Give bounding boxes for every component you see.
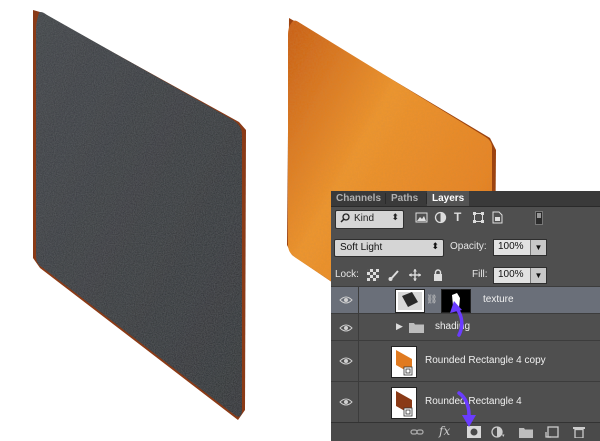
expand-triangle-icon[interactable]: ▶ (396, 321, 403, 332)
filter-pixel-layer-icon[interactable] (415, 211, 428, 224)
folder-icon (409, 321, 424, 336)
shape-layer-thumbnail (391, 387, 417, 419)
filter-smart-object-icon[interactable] (491, 211, 504, 224)
updown-arrow-icon: ⬍ (431, 241, 439, 251)
dark-leather-panel (36, 11, 242, 417)
lock-label: Lock: (335, 269, 359, 280)
fx-icon[interactable]: fx (439, 424, 450, 438)
opacity-label: Opacity: (450, 241, 487, 252)
annotation-arrow-icon (450, 301, 464, 337)
layer-name: texture (483, 294, 514, 305)
new-group-icon[interactable] (519, 426, 533, 441)
trash-icon[interactable] (573, 426, 585, 441)
layer-thumbnail (395, 289, 425, 313)
tab-paths[interactable]: Paths (386, 191, 423, 206)
filter-type-layer-icon[interactable]: T (454, 211, 467, 224)
opacity-value: 100% (498, 241, 524, 252)
tab-channels[interactable]: Channels (331, 191, 386, 206)
shape-layer-thumbnail (391, 346, 417, 378)
fill-value: 100% (498, 269, 524, 280)
chevron-down-icon[interactable]: ▼ (530, 240, 546, 255)
filter-kind-label: Kind (354, 213, 375, 224)
divider (358, 382, 359, 422)
blend-mode-value: Soft Light (340, 242, 383, 253)
eye-icon[interactable] (339, 322, 353, 334)
chevron-down-icon[interactable]: ▼ (530, 268, 546, 283)
layer-row-rounded-rectangle-4-copy[interactable]: Rounded Rectangle 4 copy (331, 340, 600, 381)
search-icon (340, 213, 350, 226)
lock-position-icon[interactable] (409, 269, 421, 281)
annotation-arrow-icon (457, 391, 476, 427)
layer-name: Rounded Rectangle 4 copy (425, 355, 546, 366)
eye-icon[interactable] (339, 396, 353, 408)
filter-adjustment-layer-icon[interactable] (434, 211, 447, 224)
filter-toggle-icon[interactable] (535, 211, 543, 225)
link-icon[interactable]: ⛓ (426, 294, 437, 305)
blend-mode-select[interactable]: Soft Light ⬍ (334, 239, 444, 257)
tab-layers[interactable]: Layers (427, 191, 470, 206)
adjustment-layer-icon[interactable]: ▾ (491, 426, 505, 441)
divider (358, 314, 359, 340)
divider (358, 341, 359, 381)
eye-icon[interactable] (339, 294, 353, 306)
layers-panel: Channels Paths Layers Kind ⬍ T Soft Ligh… (331, 191, 600, 441)
fill-field[interactable]: 100% ▼ (493, 267, 547, 284)
lock-transparent-pixels-icon[interactable] (367, 269, 379, 281)
lock-all-icon[interactable] (432, 269, 444, 281)
svg-text:▾: ▾ (502, 433, 505, 438)
eye-icon[interactable] (339, 355, 353, 367)
lock-image-pixels-icon[interactable] (388, 269, 400, 281)
filter-kind-select[interactable]: Kind ⬍ (335, 210, 404, 229)
new-layer-icon[interactable] (545, 426, 559, 441)
link-layers-icon[interactable] (410, 426, 424, 441)
filter-shape-layer-icon[interactable] (472, 211, 485, 224)
panel-tab-bar: Channels Paths Layers (331, 191, 600, 207)
divider (358, 287, 359, 313)
opacity-field[interactable]: 100% ▼ (493, 239, 547, 256)
fill-label: Fill: (472, 269, 488, 280)
updown-arrow-icon: ⬍ (391, 212, 399, 222)
